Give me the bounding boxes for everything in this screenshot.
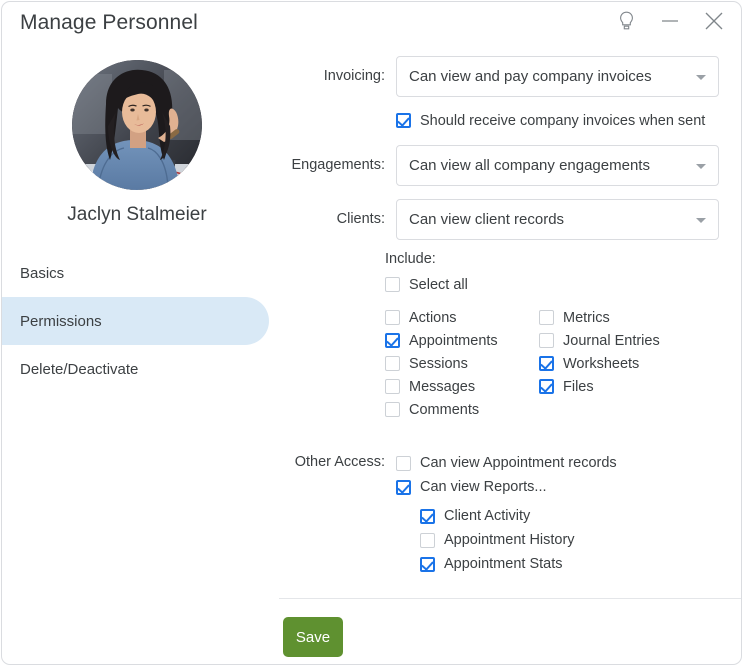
actions-label: Actions <box>409 309 457 326</box>
page-title: Manage Personnel <box>20 11 198 34</box>
invoicing-label: Invoicing: <box>323 68 385 84</box>
clients-select[interactable]: Can view client records <box>396 199 719 240</box>
invoicing-value: Can view and pay company invoices <box>409 68 652 85</box>
engagements-select[interactable]: Can view all company engagements <box>396 145 719 186</box>
footer-divider <box>279 598 741 599</box>
invoicing-field: Invoicing: Can view and pay company invo… <box>279 56 719 97</box>
checkbox-row-journal-entries[interactable]: Journal Entries <box>539 329 660 352</box>
sidebar-item-basics[interactable]: Basics <box>2 249 269 297</box>
messages-label: Messages <box>409 378 476 395</box>
appointments-label: Appointments <box>409 332 498 349</box>
chevron-down-icon <box>696 164 706 169</box>
sessions-label: Sessions <box>409 355 468 372</box>
checkbox-row-metrics[interactable]: Metrics <box>539 306 660 329</box>
checkbox-row-actions[interactable]: Actions <box>385 306 539 329</box>
view-appointment-records-checkbox[interactable] <box>396 455 411 471</box>
engagements-field: Engagements: Can view all company engage… <box>279 145 719 186</box>
messages-checkbox[interactable] <box>385 379 400 394</box>
sidebar-item-delete-deactivate[interactable]: Delete/Deactivate <box>2 345 269 393</box>
journal-entries-checkbox[interactable] <box>539 333 554 348</box>
clients-label: Clients: <box>336 211 385 227</box>
other-access-items: Can view Appointment records Can view Re… <box>396 451 617 576</box>
manage-personnel-window: Manage Personnel Jaclyn Stalmeier Basics… <box>1 1 742 665</box>
sidebar-item-label: Basics <box>20 264 65 282</box>
checkbox-row-comments[interactable]: Comments <box>385 398 539 421</box>
sessions-checkbox[interactable] <box>385 356 400 371</box>
sidebar-item-label: Delete/Deactivate <box>20 360 139 378</box>
include-section: Include: Select all Actions Appointments <box>385 251 660 421</box>
save-button[interactable]: Save <box>283 617 343 657</box>
footer: Save <box>2 598 741 664</box>
clients-value: Can view client records <box>409 211 565 228</box>
select-all-checkbox-row[interactable]: Select all <box>385 273 660 296</box>
comments-checkbox[interactable] <box>385 402 400 417</box>
other-access-label: Other Access: <box>294 454 385 470</box>
appointment-stats-checkbox[interactable] <box>420 556 435 572</box>
include-left-column: Actions Appointments Sessions Messages C… <box>385 306 539 421</box>
client-activity-checkbox[interactable] <box>420 508 435 524</box>
metrics-label: Metrics <box>563 309 610 326</box>
files-checkbox[interactable] <box>539 379 554 394</box>
receive-invoices-label: Should receive company invoices when sen… <box>420 112 706 129</box>
checkbox-row-appointment-history[interactable]: Appointment History <box>420 528 617 552</box>
appointment-stats-label: Appointment Stats <box>444 556 563 572</box>
sidebar: Jaclyn Stalmeier Basics Permissions Dele… <box>2 46 279 598</box>
avatar <box>72 60 202 190</box>
sidebar-item-permissions[interactable]: Permissions <box>2 297 269 345</box>
select-all-checkbox[interactable] <box>385 277 400 292</box>
appointment-history-checkbox[interactable] <box>420 532 435 548</box>
chevron-down-icon <box>696 218 706 223</box>
minimize-icon[interactable] <box>657 8 683 34</box>
checkbox-row-worksheets[interactable]: Worksheets <box>539 352 660 375</box>
view-reports-checkbox[interactable] <box>396 479 411 495</box>
include-checkbox-grid: Actions Appointments Sessions Messages C… <box>385 306 660 421</box>
actions-checkbox[interactable] <box>385 310 400 325</box>
lightbulb-icon[interactable] <box>613 8 639 34</box>
client-activity-label: Client Activity <box>444 508 531 524</box>
person-name: Jaclyn Stalmeier <box>67 204 207 225</box>
files-label: Files <box>563 378 594 395</box>
checkbox-row-sessions[interactable]: Sessions <box>385 352 539 375</box>
metrics-checkbox[interactable] <box>539 310 554 325</box>
permissions-panel: Invoicing: Can view and pay company invo… <box>279 46 741 598</box>
view-appointment-records-label: Can view Appointment records <box>420 455 617 471</box>
receive-invoices-checkbox-row[interactable]: Should receive company invoices when sen… <box>396 109 705 132</box>
window-controls <box>613 8 727 34</box>
worksheets-label: Worksheets <box>563 355 640 372</box>
sidebar-item-label: Permissions <box>20 312 102 330</box>
include-title: Include: <box>385 251 436 267</box>
checkbox-row-client-activity[interactable]: Client Activity <box>420 504 617 528</box>
checkbox-row-view-appointment-records[interactable]: Can view Appointment records <box>396 451 617 475</box>
select-all-label: Select all <box>409 276 468 293</box>
checkbox-row-view-reports[interactable]: Can view Reports... <box>396 475 617 499</box>
clients-field: Clients: Can view client records <box>279 199 719 240</box>
appointment-history-label: Appointment History <box>444 532 575 548</box>
checkbox-row-messages[interactable]: Messages <box>385 375 539 398</box>
appointments-checkbox[interactable] <box>385 333 400 348</box>
journal-entries-label: Journal Entries <box>563 332 660 349</box>
report-subitems: Client Activity Appointment History Appo… <box>420 504 617 576</box>
checkbox-row-files[interactable]: Files <box>539 375 660 398</box>
receive-invoices-checkbox[interactable] <box>396 113 411 128</box>
checkbox-row-appointment-stats[interactable]: Appointment Stats <box>420 552 617 576</box>
title-bar: Manage Personnel <box>2 2 741 46</box>
sidebar-nav: Basics Permissions Delete/Deactivate <box>2 249 279 393</box>
include-right-column: Metrics Journal Entries Worksheets Files <box>539 306 660 421</box>
chevron-down-icon <box>696 75 706 80</box>
checkbox-row-appointments[interactable]: Appointments <box>385 329 539 352</box>
other-access-section: Other Access: Can view Appointment recor… <box>279 451 617 576</box>
engagements-value: Can view all company engagements <box>409 157 650 174</box>
engagements-label: Engagements: <box>291 157 385 173</box>
invoicing-select[interactable]: Can view and pay company invoices <box>396 56 719 97</box>
view-reports-label: Can view Reports... <box>420 479 547 495</box>
close-icon[interactable] <box>701 8 727 34</box>
worksheets-checkbox[interactable] <box>539 356 554 371</box>
comments-label: Comments <box>409 401 480 418</box>
